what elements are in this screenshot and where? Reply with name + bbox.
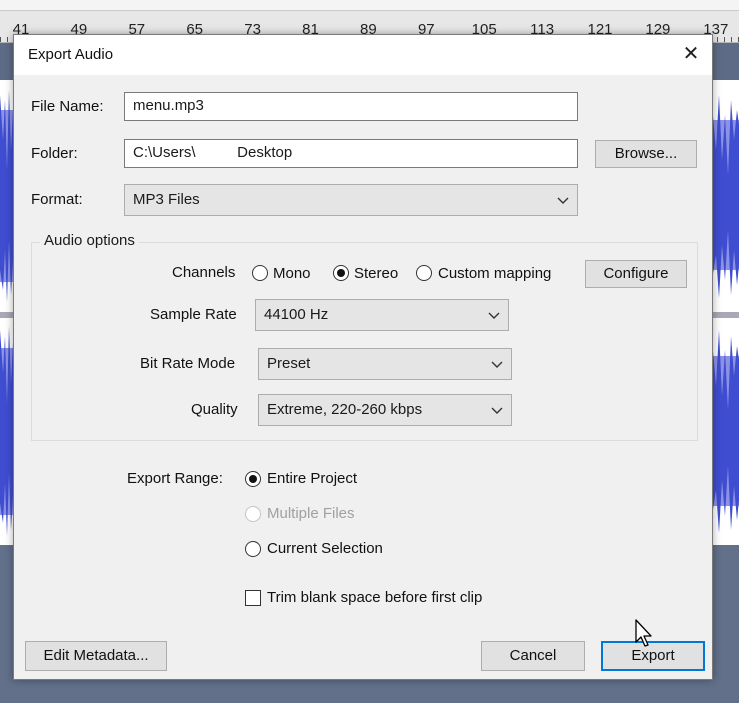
- format-select-value: MP3 Files: [133, 191, 200, 208]
- waveform-graphic: [712, 330, 739, 533]
- channels-mono-label[interactable]: Mono: [273, 265, 311, 282]
- chevron-down-icon: [491, 361, 503, 368]
- waveform-right-edge: [712, 318, 739, 545]
- waveform-graphic: [0, 90, 14, 302]
- dialog-titlebar[interactable]: Export Audio ✕: [14, 35, 712, 75]
- ruler-tick: [7, 37, 9, 42]
- folder-label: Folder:: [31, 145, 78, 162]
- trim-blank-space-checkbox[interactable]: [245, 590, 261, 606]
- channels-custom-mapping-radio[interactable]: [416, 265, 432, 281]
- channels-custom-mapping-label[interactable]: Custom mapping: [438, 265, 551, 282]
- export-range-entire-project-radio[interactable]: [245, 471, 261, 487]
- sample-rate-label: Sample Rate: [150, 306, 237, 323]
- folder-input[interactable]: C:\Users\ Desktop: [124, 139, 578, 168]
- file-name-input[interactable]: menu.mp3: [124, 92, 578, 121]
- channels-mono-radio[interactable]: [252, 265, 268, 281]
- audio-options-title: Audio options: [40, 232, 139, 249]
- ruler-toolbar-strip: [0, 0, 739, 11]
- channels-stereo-label[interactable]: Stereo: [354, 265, 398, 282]
- format-select[interactable]: MP3 Files: [124, 184, 578, 216]
- waveform-graphic: [712, 95, 739, 298]
- export-range-multiple-files-label: Multiple Files: [267, 505, 355, 522]
- quality-label: Quality: [191, 401, 238, 418]
- waveform-right-edge: [712, 80, 739, 312]
- chevron-down-icon: [491, 407, 503, 414]
- ruler-tick: [716, 37, 718, 42]
- bit-rate-mode-select[interactable]: Preset: [258, 348, 512, 380]
- format-label: Format:: [31, 191, 83, 208]
- dialog-title: Export Audio: [28, 46, 114, 63]
- export-audio-dialog: Export Audio ✕ File Name: menu.mp3 Folde…: [13, 34, 713, 680]
- quality-value: Extreme, 220-260 kbps: [267, 401, 423, 418]
- file-name-label: File Name:: [31, 98, 104, 115]
- export-range-current-selection-radio[interactable]: [245, 541, 261, 557]
- bit-rate-mode-label: Bit Rate Mode: [140, 355, 236, 372]
- waveform-left-edge: [0, 318, 14, 545]
- waveform-left-edge: [0, 80, 14, 312]
- trim-blank-space-label[interactable]: Trim blank space before first clip: [267, 589, 482, 606]
- sample-rate-value: 44100 Hz: [264, 306, 329, 323]
- bit-rate-mode-value: Preset: [267, 355, 311, 372]
- export-range-current-selection-label[interactable]: Current Selection: [267, 540, 383, 557]
- cancel-button[interactable]: Cancel: [481, 641, 585, 671]
- channels-stereo-radio[interactable]: [333, 265, 349, 281]
- waveform-graphic: [0, 326, 14, 536]
- ruler-tick: [731, 37, 733, 42]
- export-range-entire-project-label[interactable]: Entire Project: [267, 470, 357, 487]
- mouse-pointer-icon: [635, 619, 652, 647]
- channels-label: Channels: [172, 264, 236, 281]
- sample-rate-select[interactable]: 44100 Hz: [255, 299, 509, 331]
- export-range-label: Export Range:: [127, 470, 223, 487]
- chevron-down-icon: [488, 312, 500, 319]
- ruler-tick: [724, 37, 725, 42]
- configure-button[interactable]: Configure: [585, 260, 687, 288]
- chevron-down-icon: [557, 197, 569, 204]
- edit-metadata-button[interactable]: Edit Metadata...: [25, 641, 167, 671]
- browse-button[interactable]: Browse...: [595, 140, 697, 168]
- close-icon[interactable]: ✕: [680, 43, 702, 65]
- quality-select[interactable]: Extreme, 220-260 kbps: [258, 394, 512, 426]
- ruler-tick: [0, 37, 1, 42]
- export-range-multiple-files-radio: [245, 506, 261, 522]
